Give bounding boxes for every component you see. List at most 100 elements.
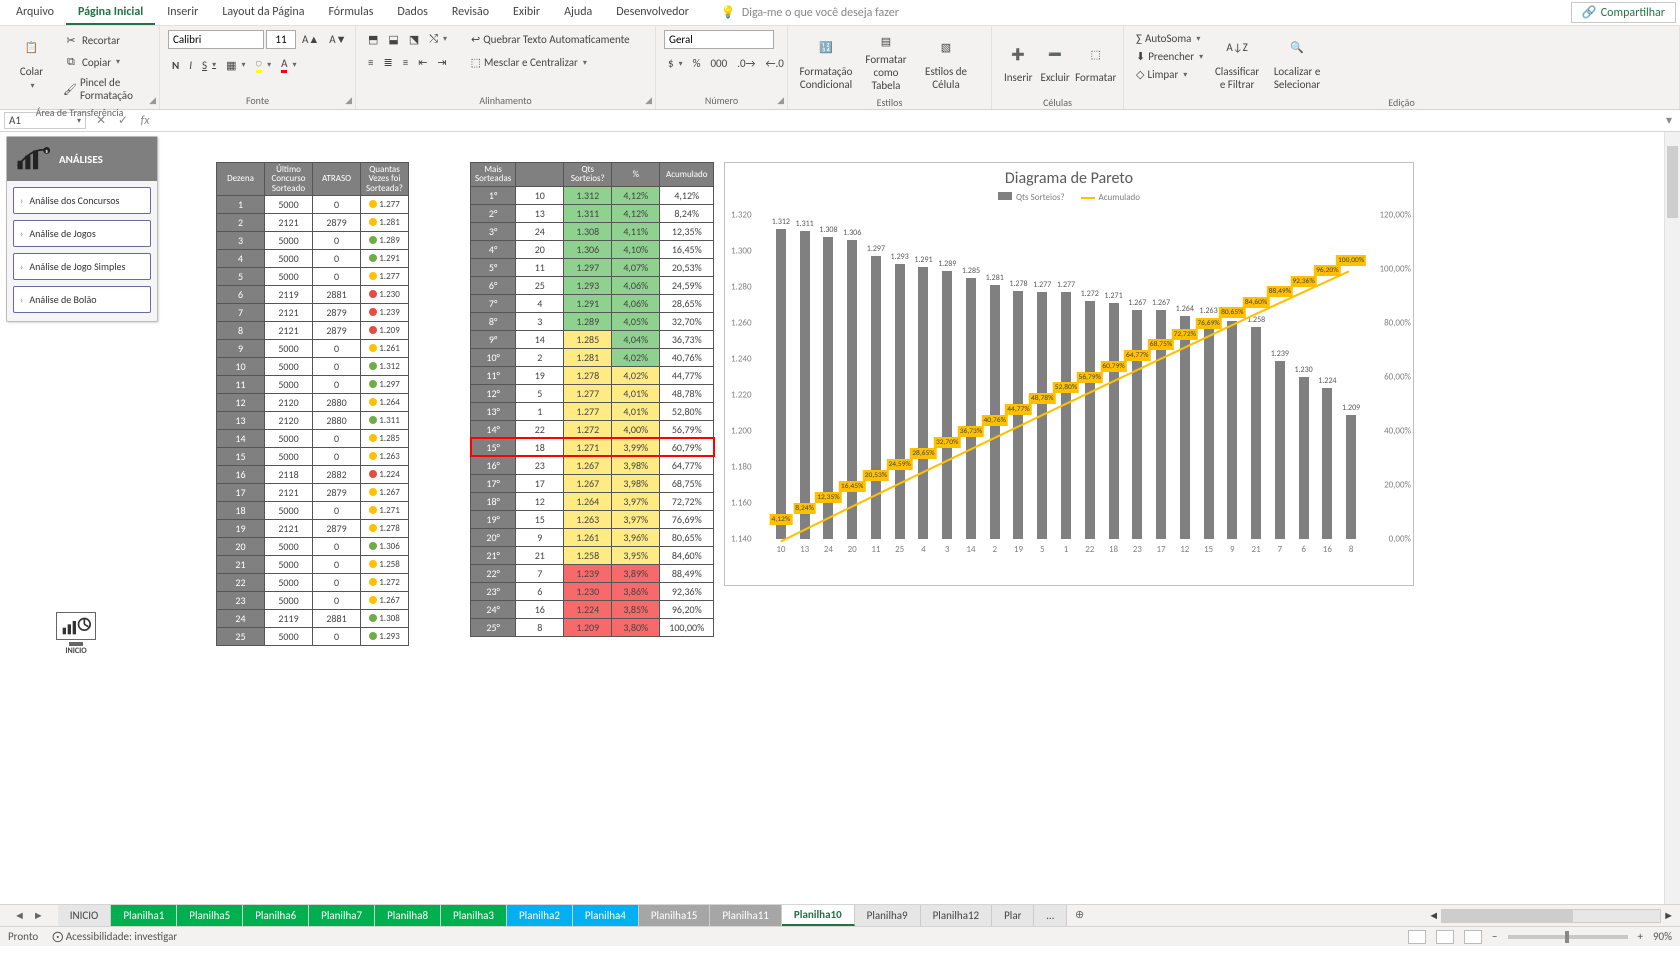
status-accessibility[interactable]: ⨀ Acessibilidade: investigar bbox=[52, 930, 177, 943]
sheet-tab-planilha15[interactable]: Planilha15 bbox=[639, 905, 711, 926]
cut-button[interactable]: ✂Recortar bbox=[59, 30, 151, 50]
sheet-tab-plar[interactable]: Plar bbox=[992, 905, 1034, 926]
sheet-tab-planilha11[interactable]: Planilha11 bbox=[710, 905, 782, 926]
side-btn-análise-dos-concursos[interactable]: ›Análise dos Concursos bbox=[13, 187, 151, 214]
hscroll-right-icon[interactable]: ► bbox=[1663, 909, 1674, 922]
sheet-tab-planilha7[interactable]: Planilha7 bbox=[309, 905, 375, 926]
sheet-tab-planilha4[interactable]: Planilha4 bbox=[573, 905, 639, 926]
delete-cells-button[interactable]: ➖Excluir bbox=[1037, 30, 1074, 94]
tab-nav[interactable]: ◄ ► bbox=[0, 905, 58, 926]
new-sheet-button[interactable]: ⊕ bbox=[1067, 905, 1092, 926]
copy-button[interactable]: ⧉Copiar▾ bbox=[59, 52, 151, 72]
cell-styles-button[interactable]: ▧Estilos de Célula bbox=[916, 30, 976, 94]
percent-format-button[interactable]: % bbox=[689, 55, 705, 72]
page-layout-view-button[interactable] bbox=[1436, 930, 1454, 944]
align-top-button[interactable]: ⬒ bbox=[364, 31, 382, 48]
sheet-tab-planilha8[interactable]: Planilha8 bbox=[375, 905, 441, 926]
sheet-tab-planilha10[interactable]: Planilha10 bbox=[782, 905, 855, 926]
menu-exibir[interactable]: Exibir bbox=[501, 1, 552, 25]
dialog-launcher-icon[interactable]: ◢ bbox=[345, 95, 352, 106]
format-as-table-button[interactable]: ▤Formatar como Tabela bbox=[856, 30, 916, 94]
borders-button[interactable]: ▦▾ bbox=[222, 57, 249, 74]
decrease-indent-button[interactable]: ⇤ bbox=[414, 54, 431, 71]
formula-input[interactable] bbox=[156, 112, 1658, 129]
clear-button[interactable]: ◇Limpar▾ bbox=[1132, 66, 1207, 83]
conditional-formatting-button[interactable]: 🔢Formatação Condicional bbox=[796, 30, 856, 94]
sheet-tab-planilha12[interactable]: Planilha12 bbox=[921, 905, 993, 926]
sheet-tab-planilha3[interactable]: Planilha3 bbox=[441, 905, 507, 926]
sheet-tab-planilha2[interactable]: Planilha2 bbox=[507, 905, 573, 926]
side-btn-análise-de-jogo-simples[interactable]: ›Análise de Jogo Simples bbox=[13, 253, 151, 280]
menu-inserir[interactable]: Inserir bbox=[155, 1, 210, 25]
decrease-decimal-button[interactable]: ←.0 bbox=[762, 55, 788, 72]
menu-ajuda[interactable]: Ajuda bbox=[552, 1, 604, 25]
align-right-button[interactable]: ≡ bbox=[399, 54, 412, 71]
italic-button[interactable]: I bbox=[185, 57, 196, 74]
menu-desenvolvedor[interactable]: Desenvolvedor bbox=[604, 1, 701, 25]
scrollbar-thumb[interactable] bbox=[1667, 146, 1678, 218]
zoom-in-button[interactable]: + bbox=[1638, 930, 1643, 943]
expand-formula-bar-button[interactable]: ▾ bbox=[1658, 113, 1680, 128]
zoom-slider[interactable] bbox=[1508, 935, 1628, 939]
font-size-combo[interactable] bbox=[266, 30, 296, 49]
dialog-launcher-icon[interactable]: ◢ bbox=[645, 95, 652, 106]
autosum-button[interactable]: ∑AutoSoma▾ bbox=[1132, 30, 1207, 47]
increase-font-button[interactable]: A▲ bbox=[298, 31, 323, 48]
pareto-chart[interactable]: Diagrama de Pareto Qts Sorteios? Acumula… bbox=[724, 162, 1414, 586]
sheet-tab-planilha9[interactable]: Planilha9 bbox=[855, 905, 921, 926]
zoom-out-button[interactable]: − bbox=[1492, 930, 1497, 943]
tab-first-icon[interactable]: ◄ bbox=[14, 909, 25, 922]
scrollbar-thumb[interactable] bbox=[1442, 910, 1573, 922]
increase-indent-button[interactable]: ⇥ bbox=[433, 54, 450, 71]
number-format-combo[interactable] bbox=[664, 30, 774, 49]
worksheet-area[interactable]: $ ANÁLISES ›Análise dos Concursos›Anális… bbox=[0, 132, 1680, 926]
menu-layout-da-página[interactable]: Layout da Página bbox=[210, 1, 316, 25]
fill-color-button[interactable]: ◌▾ bbox=[252, 55, 276, 75]
side-btn-análise-de-bolão[interactable]: ›Análise de Bolão bbox=[13, 286, 151, 313]
normal-view-button[interactable] bbox=[1408, 930, 1426, 944]
menu-dados[interactable]: Dados bbox=[385, 1, 439, 25]
inicio-shortcut[interactable]: INICIO bbox=[56, 612, 96, 656]
vertical-scrollbar[interactable] bbox=[1664, 132, 1680, 904]
tell-me[interactable]: 💡 Diga-me o que você deseja fazer bbox=[721, 5, 899, 20]
dialog-launcher-icon[interactable]: ◢ bbox=[149, 95, 156, 106]
wrap-text-button[interactable]: ↩Quebrar Texto Automaticamente bbox=[467, 31, 634, 48]
tabs-overflow[interactable]: … bbox=[1034, 905, 1067, 926]
menu-arquivo[interactable]: Arquivo bbox=[4, 1, 66, 25]
menu-revisão[interactable]: Revisão bbox=[440, 1, 501, 25]
find-select-button[interactable]: 🔍Localizar e Selecionar bbox=[1267, 30, 1327, 94]
menu-fórmulas[interactable]: Fórmulas bbox=[316, 1, 385, 25]
paste-button[interactable]: 📋 Colar▾ bbox=[8, 30, 55, 94]
sheet-tab-planilha6[interactable]: Planilha6 bbox=[243, 905, 309, 926]
align-left-button[interactable]: ≡ bbox=[364, 54, 377, 71]
zoom-thumb[interactable] bbox=[1565, 931, 1569, 943]
fill-button[interactable]: ⬇Preencher▾ bbox=[1132, 48, 1207, 65]
share-button[interactable]: 🔗 Compartilhar bbox=[1571, 2, 1676, 23]
sheet-tab-planilha5[interactable]: Planilha5 bbox=[177, 905, 243, 926]
tab-next-icon[interactable]: ► bbox=[33, 909, 44, 922]
menu-página-inicial[interactable]: Página Inicial bbox=[66, 1, 155, 25]
orientation-button[interactable]: ⤭▾ bbox=[425, 30, 451, 48]
underline-button[interactable]: S▾ bbox=[198, 57, 220, 74]
sheet-tab-planilha1[interactable]: Planilha1 bbox=[111, 905, 177, 926]
align-middle-button[interactable]: ⬓ bbox=[384, 31, 402, 48]
side-btn-análise-de-jogos[interactable]: ›Análise de Jogos bbox=[13, 220, 151, 247]
bold-button[interactable]: N bbox=[168, 57, 183, 74]
insert-cells-button[interactable]: ➕Inserir bbox=[1000, 30, 1037, 94]
font-color-button[interactable]: A▾ bbox=[277, 55, 300, 75]
hscroll-left-icon[interactable]: ◄ bbox=[1428, 909, 1439, 922]
dialog-launcher-icon[interactable]: ◢ bbox=[777, 95, 784, 106]
page-break-view-button[interactable] bbox=[1464, 930, 1482, 944]
align-bottom-button[interactable]: ⬔ bbox=[405, 31, 423, 48]
sheet-tab-inicio[interactable]: INICIO bbox=[58, 905, 112, 926]
comma-format-button[interactable]: 000 bbox=[706, 55, 731, 72]
merge-center-button[interactable]: ⬚Mesclar e Centralizar▾ bbox=[467, 54, 591, 71]
decrease-font-button[interactable]: A▼ bbox=[325, 31, 350, 48]
zoom-level[interactable]: 90% bbox=[1653, 930, 1672, 943]
format-cells-button[interactable]: ⬚Formatar bbox=[1074, 30, 1118, 94]
horizontal-scrollbar[interactable] bbox=[1441, 909, 1661, 923]
accounting-format-button[interactable]: $▾ bbox=[664, 55, 687, 72]
font-name-combo[interactable] bbox=[168, 30, 264, 49]
sort-filter-button[interactable]: A↓ZClassificar e Filtrar bbox=[1207, 30, 1267, 94]
format-painter-button[interactable]: 🖌Pincel de Formatação bbox=[59, 74, 151, 104]
